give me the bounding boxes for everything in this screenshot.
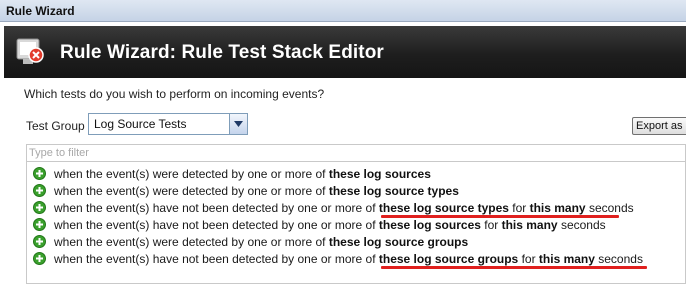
test-parameter-link[interactable]: these log source types bbox=[379, 201, 509, 215]
test-parameter-link[interactable]: these log source types bbox=[329, 184, 459, 198]
test-parameter-link[interactable]: this many bbox=[539, 252, 595, 266]
test-row-text: when the event(s) were detected by one o… bbox=[54, 167, 431, 181]
add-icon[interactable] bbox=[33, 235, 46, 248]
test-parameter-link[interactable]: these log sources bbox=[379, 218, 481, 232]
add-icon[interactable] bbox=[33, 252, 46, 265]
rule-wizard-logo-icon bbox=[16, 38, 44, 64]
test-row-text: when the event(s) have not been detected… bbox=[54, 218, 606, 232]
add-icon[interactable] bbox=[33, 167, 46, 180]
export-button[interactable]: Export as B bbox=[632, 117, 686, 135]
test-parameter-link[interactable]: these log source groups bbox=[329, 235, 468, 249]
test-list: when the event(s) were detected by one o… bbox=[26, 162, 686, 284]
test-text-prefix: when the event(s) have not been detected… bbox=[54, 201, 379, 215]
test-parameter-link[interactable]: this many bbox=[502, 218, 558, 232]
test-parameter-link[interactable]: these log sources bbox=[329, 167, 431, 181]
annotation-underline bbox=[381, 266, 647, 269]
test-group-select[interactable]: Log Source Tests bbox=[88, 113, 248, 135]
banner-title: Rule Wizard: Rule Test Stack Editor bbox=[60, 42, 384, 63]
chevron-down-icon bbox=[234, 121, 243, 127]
test-text-prefix: when the event(s) have not been detected… bbox=[54, 218, 379, 232]
test-parameter-link[interactable]: this many bbox=[530, 201, 586, 215]
dropdown-button[interactable] bbox=[229, 114, 247, 134]
add-icon[interactable] bbox=[33, 218, 46, 231]
test-text-suffix: seconds bbox=[594, 252, 643, 266]
test-group-selected-value: Log Source Tests bbox=[94, 117, 187, 131]
tests-question: Which tests do you wish to perform on in… bbox=[24, 87, 325, 101]
test-text-prefix: when the event(s) have not been detected… bbox=[54, 252, 379, 266]
test-row-text: when the event(s) were detected by one o… bbox=[54, 235, 468, 249]
export-button-label: Export as B bbox=[636, 120, 686, 132]
test-text-middle: for bbox=[508, 201, 530, 215]
add-icon[interactable] bbox=[33, 201, 46, 214]
test-text-middle: for bbox=[480, 218, 502, 232]
window-title: Rule Wizard bbox=[6, 4, 75, 18]
filter-input[interactable] bbox=[27, 145, 686, 161]
test-row-text: when the event(s) were detected by one o… bbox=[54, 184, 459, 198]
test-text-prefix: when the event(s) were detected by one o… bbox=[54, 167, 329, 181]
wizard-banner: Rule Wizard: Rule Test Stack Editor bbox=[4, 26, 686, 78]
test-row-text: when the event(s) have not been detected… bbox=[54, 201, 634, 215]
test-parameter-link[interactable]: these log source groups bbox=[379, 252, 518, 266]
test-text-middle: for bbox=[518, 252, 539, 266]
test-row-text: when the event(s) have not been detected… bbox=[54, 252, 643, 266]
add-icon[interactable] bbox=[33, 184, 46, 197]
test-text-suffix: seconds bbox=[585, 201, 634, 215]
test-text-prefix: when the event(s) were detected by one o… bbox=[54, 184, 329, 198]
test-group-label: Test Group bbox=[26, 119, 85, 133]
test-text-suffix: seconds bbox=[557, 218, 606, 232]
window-titlebar: Rule Wizard bbox=[0, 0, 686, 22]
test-text-prefix: when the event(s) were detected by one o… bbox=[54, 235, 329, 249]
filter-box bbox=[26, 144, 686, 162]
